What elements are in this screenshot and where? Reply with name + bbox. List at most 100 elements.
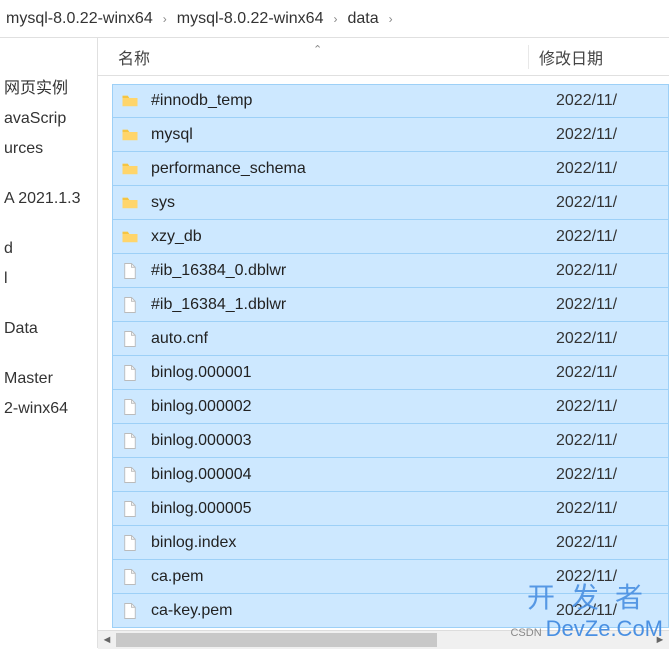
file-row[interactable]: binlog.0000042022/11/ (112, 458, 669, 492)
file-row[interactable]: ca-key.pem2022/11/ (112, 594, 669, 628)
folder-icon (121, 160, 139, 178)
file-date: 2022/11/ (548, 432, 668, 450)
folder-icon (119, 194, 141, 212)
scrollbar-thumb[interactable] (116, 633, 437, 647)
folder-icon (119, 160, 141, 178)
column-date-label: 修改日期 (539, 51, 603, 68)
file-row[interactable]: ca.pem2022/11/ (112, 560, 669, 594)
file-icon (121, 568, 139, 586)
file-name: binlog.000001 (151, 364, 548, 382)
file-row[interactable]: mysql2022/11/ (112, 118, 669, 152)
file-icon (121, 364, 139, 382)
file-row[interactable]: #ib_16384_0.dblwr2022/11/ (112, 254, 669, 288)
file-row[interactable]: binlog.0000032022/11/ (112, 424, 669, 458)
sidebar-item[interactable]: d (2, 234, 97, 264)
body-area: 网页实例avaScripurcesA 2021.1.3dlDataMaster2… (0, 38, 669, 648)
file-pane: 名称 ⌃ 修改日期 #innodb_temp2022/11/mysql2022/… (98, 38, 669, 648)
file-name: sys (151, 194, 548, 212)
file-row[interactable]: performance_schema2022/11/ (112, 152, 669, 186)
file-row[interactable]: binlog.0000012022/11/ (112, 356, 669, 390)
sidebar-gap (2, 214, 97, 234)
file-row[interactable]: #innodb_temp2022/11/ (112, 84, 669, 118)
file-row[interactable]: binlog.index2022/11/ (112, 526, 669, 560)
file-date: 2022/11/ (548, 296, 668, 314)
column-date[interactable]: 修改日期 (528, 45, 669, 69)
file-icon (119, 296, 141, 314)
file-date: 2022/11/ (548, 534, 668, 552)
sidebar-gap (2, 294, 97, 314)
file-name: mysql (151, 126, 548, 144)
sidebar-gap (2, 164, 97, 184)
file-name: auto.cnf (151, 330, 548, 348)
sidebar-gap (2, 344, 97, 364)
sidebar-item[interactable]: 网页实例 (2, 68, 97, 104)
sidebar-item[interactable]: Data (2, 314, 97, 344)
file-name: binlog.000005 (151, 500, 548, 518)
file-icon (119, 432, 141, 450)
file-icon (119, 568, 141, 586)
file-row[interactable]: sys2022/11/ (112, 186, 669, 220)
file-icon (119, 330, 141, 348)
breadcrumb-seg-2[interactable]: mysql-8.0.22-winx64 (177, 10, 324, 28)
breadcrumb[interactable]: mysql-8.0.22-winx64 › mysql-8.0.22-winx6… (0, 0, 669, 38)
sort-ascending-icon: ⌃ (313, 43, 322, 56)
file-icon (121, 398, 139, 416)
file-list[interactable]: #innodb_temp2022/11/mysql2022/11/perform… (98, 76, 669, 648)
folder-icon (121, 194, 139, 212)
file-date: 2022/11/ (548, 466, 668, 484)
file-name: #innodb_temp (151, 92, 548, 110)
sidebar-item[interactable]: 2-winx64 (2, 394, 97, 424)
column-name-label: 名称 (118, 51, 150, 68)
sidebar-item[interactable]: A 2021.1.3 (2, 184, 97, 214)
file-date: 2022/11/ (548, 126, 668, 144)
file-row[interactable]: #ib_16384_1.dblwr2022/11/ (112, 288, 669, 322)
chevron-right-icon[interactable]: › (159, 12, 171, 26)
file-icon (119, 364, 141, 382)
column-name[interactable]: 名称 ⌃ (98, 45, 528, 69)
file-name: #ib_16384_0.dblwr (151, 262, 548, 280)
scrollbar-track[interactable] (116, 631, 651, 649)
file-row[interactable]: xzy_db2022/11/ (112, 220, 669, 254)
file-name: binlog.000003 (151, 432, 548, 450)
file-icon (121, 432, 139, 450)
folder-icon (119, 228, 141, 246)
file-icon (121, 466, 139, 484)
file-name: binlog.000002 (151, 398, 548, 416)
file-icon (121, 602, 139, 620)
sidebar-item[interactable]: urces (2, 134, 97, 164)
file-icon (119, 466, 141, 484)
chevron-right-icon[interactable]: › (329, 12, 341, 26)
scroll-left-icon[interactable]: ◄ (98, 631, 116, 649)
sidebar: 网页实例avaScripurces A 2021.1.3 dl Data Master2… (0, 38, 98, 648)
chevron-right-icon[interactable]: › (385, 12, 397, 26)
file-date: 2022/11/ (548, 364, 668, 382)
file-date: 2022/11/ (548, 160, 668, 178)
column-headers[interactable]: 名称 ⌃ 修改日期 (98, 38, 669, 76)
file-icon (121, 500, 139, 518)
sidebar-item[interactable]: Master (2, 364, 97, 394)
file-row[interactable]: binlog.0000052022/11/ (112, 492, 669, 526)
file-icon (121, 296, 139, 314)
file-date: 2022/11/ (548, 500, 668, 518)
file-name: ca.pem (151, 568, 548, 586)
file-row[interactable]: binlog.0000022022/11/ (112, 390, 669, 424)
folder-icon (119, 92, 141, 110)
sidebar-item[interactable]: l (2, 264, 97, 294)
file-date: 2022/11/ (548, 568, 668, 586)
file-name: #ib_16384_1.dblwr (151, 296, 548, 314)
horizontal-scrollbar[interactable]: ◄ ► (98, 630, 669, 648)
file-date: 2022/11/ (548, 602, 668, 620)
file-icon (121, 262, 139, 280)
file-icon (119, 602, 141, 620)
folder-icon (119, 126, 141, 144)
file-row[interactable]: auto.cnf2022/11/ (112, 322, 669, 356)
folder-icon (121, 228, 139, 246)
file-name: xzy_db (151, 228, 548, 246)
file-name: binlog.000004 (151, 466, 548, 484)
breadcrumb-seg-1[interactable]: mysql-8.0.22-winx64 (6, 10, 153, 28)
file-date: 2022/11/ (548, 228, 668, 246)
scroll-right-icon[interactable]: ► (651, 631, 669, 649)
file-date: 2022/11/ (548, 262, 668, 280)
sidebar-item[interactable]: avaScrip (2, 104, 97, 134)
breadcrumb-seg-3[interactable]: data (347, 10, 378, 28)
